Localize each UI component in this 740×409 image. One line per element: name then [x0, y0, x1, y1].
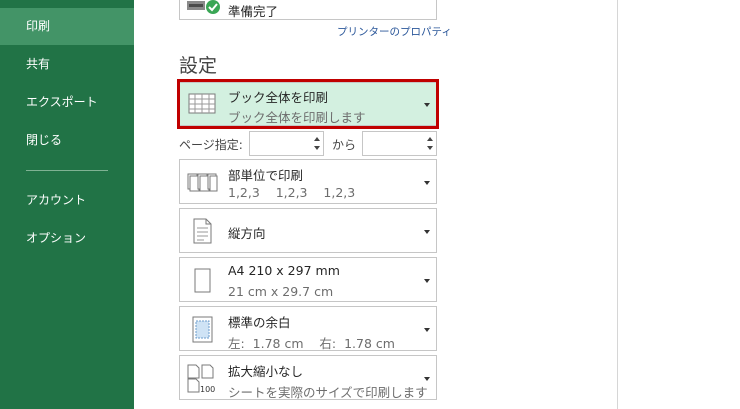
scaling-label: 拡大縮小なし	[228, 364, 304, 379]
printer-properties-link[interactable]: プリンターのプロパティ	[337, 24, 452, 39]
nav-account[interactable]: アカウント	[0, 182, 134, 219]
preview-divider	[617, 0, 618, 409]
margins-label: 標準の余白	[228, 315, 291, 330]
workbook-grid-icon	[188, 93, 216, 114]
scaling-icon-text: 100	[200, 385, 215, 394]
nav-share[interactable]: 共有	[0, 46, 134, 83]
nav-options[interactable]: オプション	[0, 220, 134, 257]
orientation-dropdown[interactable]: 縦方向	[179, 208, 437, 253]
chevron-down-icon	[424, 229, 430, 234]
chevron-down-icon	[424, 278, 430, 283]
page-from-input[interactable]	[250, 132, 302, 155]
spin-up-icon[interactable]	[427, 137, 433, 141]
chevron-down-icon	[424, 180, 430, 185]
spin-down-icon[interactable]	[427, 146, 433, 150]
paper-size-label: A4 210 x 297 mm	[228, 263, 340, 278]
nav-divider	[26, 170, 108, 171]
margins-dropdown[interactable]: 標準の余白 左: 1.78 cm 右: 1.78 cm	[179, 306, 437, 351]
page-from-spinner[interactable]	[249, 131, 324, 156]
collate-label: 部単位で印刷	[228, 168, 304, 183]
margins-icon	[192, 316, 213, 342]
spin-down-icon[interactable]	[314, 146, 320, 150]
nav-export[interactable]: エクスポート	[0, 84, 134, 121]
scaling-description: シートを実際のサイズで印刷します	[228, 385, 428, 400]
margins-description: 左: 1.78 cm 右: 1.78 cm	[228, 336, 395, 351]
backstage-sidebar: 印刷 共有 エクスポート 閉じる アカウント オプション	[0, 0, 134, 409]
chevron-down-icon	[424, 327, 430, 332]
paper-size-description: 21 cm x 29.7 cm	[228, 284, 334, 299]
paper-size-dropdown[interactable]: A4 210 x 297 mm 21 cm x 29.7 cm	[179, 257, 437, 302]
nav-close[interactable]: 閉じる	[0, 122, 134, 159]
nav-print[interactable]: 印刷	[0, 8, 134, 45]
scaling-dropdown[interactable]: 100 拡大縮小なし シートを実際のサイズで印刷します	[179, 355, 437, 400]
collated-pages-icon	[187, 173, 218, 191]
pages-to-label: から	[332, 138, 357, 152]
chevron-down-icon	[424, 103, 430, 107]
page-to-spinner[interactable]	[362, 131, 437, 156]
orientation-label: 縦方向	[228, 226, 266, 241]
collate-description: 1,2,3 1,2,3 1,2,3	[228, 185, 356, 200]
paper-size-icon	[194, 268, 211, 292]
portrait-page-icon	[193, 218, 212, 243]
printer-ready-icon	[187, 0, 220, 14]
pages-label: ページ指定:	[179, 138, 243, 152]
scaling-icon: 100	[187, 364, 215, 394]
print-scope-label: ブック全体を印刷	[228, 90, 329, 105]
collate-dropdown[interactable]: 部単位で印刷 1,2,3 1,2,3 1,2,3	[179, 159, 437, 204]
printer-status: 準備完了	[228, 4, 279, 19]
printer-selector[interactable]: 準備完了	[179, 0, 437, 20]
chevron-down-icon	[424, 376, 430, 381]
spin-up-icon[interactable]	[314, 137, 320, 141]
print-scope-dropdown[interactable]: ブック全体を印刷 ブック全体を印刷します	[179, 82, 437, 126]
settings-title: 設定	[179, 55, 218, 77]
page-to-input[interactable]	[363, 132, 415, 155]
print-scope-description: ブック全体を印刷します	[228, 110, 366, 125]
